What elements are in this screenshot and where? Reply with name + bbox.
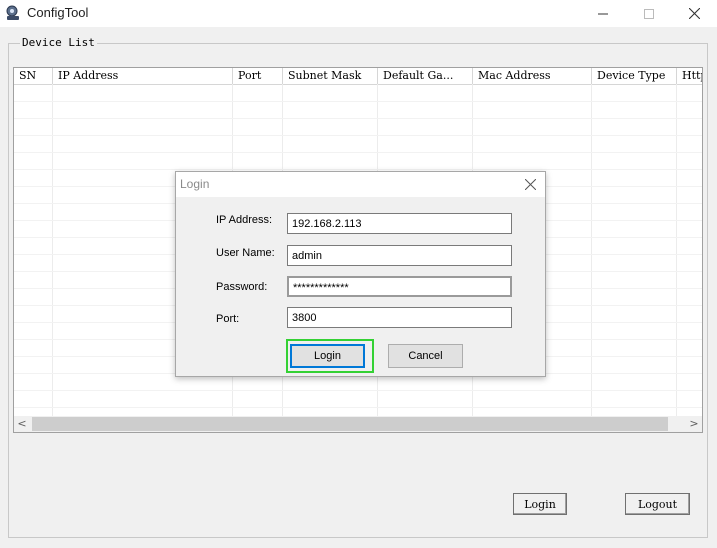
maximize-button[interactable] <box>626 0 672 27</box>
column-header-default-gateway[interactable]: Default Ga... <box>378 68 473 84</box>
grid-line <box>14 407 702 408</box>
ip-address-field[interactable]: 192.168.2.113 <box>287 213 512 234</box>
device-list-label: Device List <box>20 36 97 49</box>
column-header-mac-address[interactable]: Mac Address <box>473 68 592 84</box>
grid-line <box>676 84 677 416</box>
grid-line <box>14 169 702 170</box>
close-icon <box>688 8 700 19</box>
scroll-left-icon[interactable]: < <box>14 416 30 432</box>
password-field[interactable]: ************* <box>287 276 512 297</box>
minimize-button[interactable] <box>580 0 626 27</box>
title-bar: ConfigTool <box>0 0 717 27</box>
ip-address-label: IP Address: <box>216 214 273 226</box>
minimize-icon <box>598 13 608 14</box>
grid-line <box>591 84 592 416</box>
close-window-button[interactable] <box>671 0 717 27</box>
close-icon <box>524 178 536 190</box>
scrollbar-thumb[interactable] <box>32 417 668 431</box>
login-button[interactable]: Login <box>513 493 567 515</box>
grid-line <box>14 101 702 102</box>
grid-line <box>14 118 702 119</box>
dialog-title: Login <box>180 177 210 191</box>
password-label: Password: <box>216 281 268 293</box>
dialog-close-button[interactable] <box>521 175 539 193</box>
dialog-title-bar: Login <box>176 172 545 197</box>
column-header-port[interactable]: Port <box>233 68 283 84</box>
table-header: SN IP Address Port Subnet Mask Default G… <box>14 68 702 85</box>
maximize-icon <box>644 8 654 19</box>
configtool-icon <box>6 5 19 20</box>
grid-line <box>14 390 702 391</box>
scroll-right-icon[interactable]: > <box>686 416 702 432</box>
column-header-subnet-mask[interactable]: Subnet Mask <box>283 68 378 84</box>
logout-button[interactable]: Logout <box>625 493 690 515</box>
dialog-cancel-button[interactable]: Cancel <box>388 344 463 368</box>
column-header-sn[interactable]: SN <box>14 68 53 84</box>
user-name-label: User Name: <box>216 247 275 259</box>
grid-line <box>14 135 702 136</box>
column-header-device-type[interactable]: Device Type <box>592 68 677 84</box>
grid-line <box>14 152 702 153</box>
user-name-field[interactable]: admin <box>287 245 512 266</box>
column-header-http[interactable]: Http <box>677 68 702 84</box>
port-label: Port: <box>216 313 240 325</box>
horizontal-scrollbar[interactable]: < > <box>14 416 702 432</box>
port-field[interactable]: 3800 <box>287 307 512 328</box>
column-header-ip-address[interactable]: IP Address <box>53 68 233 84</box>
window-title: ConfigTool <box>27 5 89 20</box>
grid-line <box>52 84 53 416</box>
login-button-highlight <box>286 339 374 373</box>
